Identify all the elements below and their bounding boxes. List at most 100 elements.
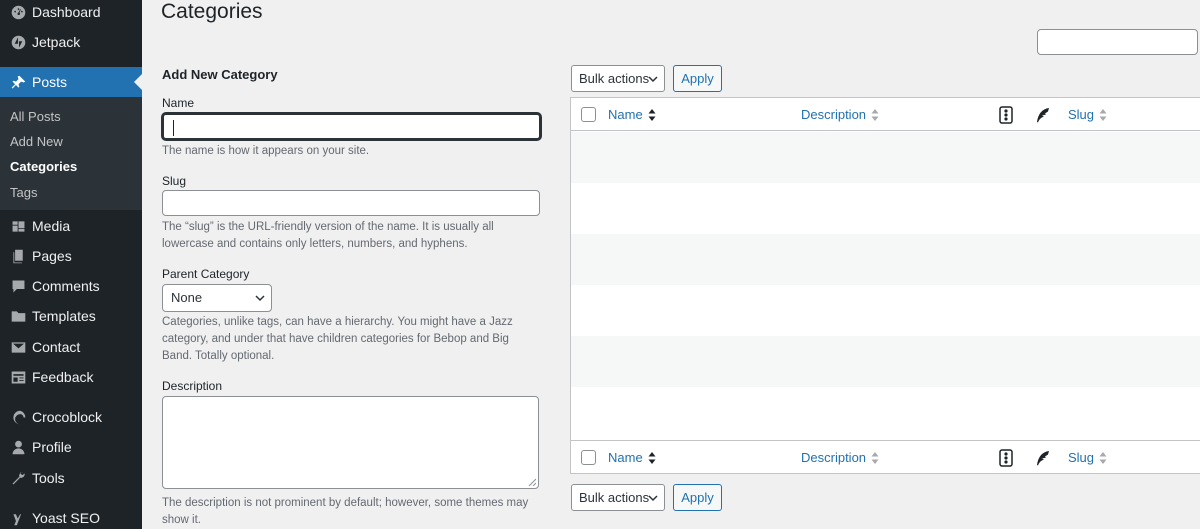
column-description-label: Description [801,107,867,122]
sort-icon [871,108,879,121]
category-search-input[interactable] [1037,29,1198,55]
categories-table: Name Description Slug Name Description S… [570,97,1200,474]
pushpin-icon [8,72,28,92]
menu-item-tools[interactable]: Tools [0,463,142,493]
column-slug-footer[interactable]: Slug [1068,450,1107,465]
sort-icon [648,108,656,121]
menu-item-yoast[interactable]: Yoast SEO [0,503,142,529]
bulk-actions-label: Bulk actions [579,490,650,505]
menu-label: Yoast SEO [32,510,100,526]
parent-category-help: Categories, unlike tags, can have a hier… [162,316,513,362]
menu-label: Feedback [32,369,94,385]
submenu-add-new[interactable]: Add New [10,134,63,149]
column-slug-label: Slug [1068,107,1095,122]
select-all-checkbox[interactable] [581,107,596,122]
column-name-footer[interactable]: Name [608,450,656,465]
menu-label: Media [32,218,71,234]
posts-submenu: All Posts Add New Categories Tags [0,97,142,210]
select-all-checkbox-bottom[interactable] [581,450,596,465]
column-name-label: Name [608,107,643,122]
crocoblock-icon [8,407,28,427]
menu-label: Profile [32,439,72,455]
menu-item-profile[interactable]: Profile [0,432,142,462]
menu-item-posts[interactable]: Posts [0,67,142,97]
comments-icon [8,276,28,296]
menu-label: Jetpack [32,34,81,50]
menu-item-comments[interactable]: Comments [0,271,142,301]
media-icon [8,216,28,236]
parent-category-select[interactable]: None [162,284,272,312]
sort-icon [1099,451,1107,464]
menu-label: Dashboard [32,4,101,20]
user-icon [8,437,28,457]
description-label: Description [162,379,223,393]
column-name[interactable]: Name [608,107,656,122]
form-heading: Add New Category [162,67,278,82]
parent-category-label: Parent Category [162,267,250,281]
bulk-actions-label: Bulk actions [579,71,650,86]
menu-item-dashboard[interactable]: Dashboard [0,0,142,27]
menu-item-jetpack[interactable]: Jetpack [0,27,142,57]
text-caret [173,120,174,136]
table-row [571,285,1200,336]
envelope-icon [8,337,28,357]
description-help: The description is not prominent by defa… [162,497,529,526]
table-row [571,183,1200,234]
sort-icon [871,451,879,464]
menu-label: Posts [32,74,68,90]
table-row [571,336,1200,387]
name-field[interactable] [162,113,541,140]
submenu-categories[interactable]: Categories [10,159,77,174]
pages-icon [8,246,28,266]
submenu-all-posts[interactable]: All Posts [10,109,61,124]
table-header: Name Description Slug [571,98,1200,131]
page-title: Categories [161,0,263,23]
slug-label: Slug [162,174,187,188]
menu-label: Contact [32,339,81,355]
menu-item-contact[interactable]: Contact [0,332,142,362]
table-row [571,132,1200,183]
seo-score-icon [999,449,1013,467]
menu-item-templates[interactable]: Templates [0,301,142,331]
menu-item-pages[interactable]: Pages [0,241,142,271]
column-slug-label: Slug [1068,450,1095,465]
table-row [571,387,1200,438]
feedback-icon [8,367,28,387]
menu-label: Comments [32,278,100,294]
menu-label: Tools [32,470,65,486]
apply-button-bottom[interactable]: Apply [673,484,722,511]
name-help: The name is how it appears on your site. [162,145,370,157]
column-description[interactable]: Description [801,107,879,122]
readability-feather-icon [1037,451,1049,466]
admin-sidebar: Dashboard Jetpack Posts All Posts Add Ne… [0,0,142,529]
column-description-footer[interactable]: Description [801,450,879,465]
column-name-label: Name [608,450,643,465]
bulk-actions-select-bottom[interactable]: Bulk actions [571,484,665,511]
chevron-down-icon [648,495,658,502]
jetpack-icon [8,32,28,52]
resize-grip-icon[interactable] [528,478,536,486]
slug-field[interactable] [162,190,540,216]
apply-button-top[interactable]: Apply [673,65,722,92]
sort-icon [1099,108,1107,121]
table-row [571,234,1200,285]
slug-help: The “slug” is the URL-friendly version o… [162,221,494,250]
sort-icon [648,451,656,464]
menu-item-media[interactable]: Media [0,211,142,241]
seo-score-icon [999,106,1013,124]
parent-category-value: None [171,290,203,305]
description-textarea[interactable] [162,396,539,489]
wrench-icon [8,468,28,488]
bulk-actions-select-top[interactable]: Bulk actions [571,65,665,92]
submenu-tags[interactable]: Tags [10,185,37,200]
menu-label: Crocoblock [32,409,103,425]
column-slug[interactable]: Slug [1068,107,1107,122]
menu-item-crocoblock[interactable]: Crocoblock [0,402,142,432]
dashboard-icon [8,2,28,22]
yoast-icon [8,508,28,528]
table-footer: Name Description Slug [571,440,1200,474]
readability-feather-icon [1037,108,1049,123]
chevron-down-icon [255,295,265,302]
name-label: Name [162,96,195,110]
menu-item-feedback[interactable]: Feedback [0,362,142,392]
